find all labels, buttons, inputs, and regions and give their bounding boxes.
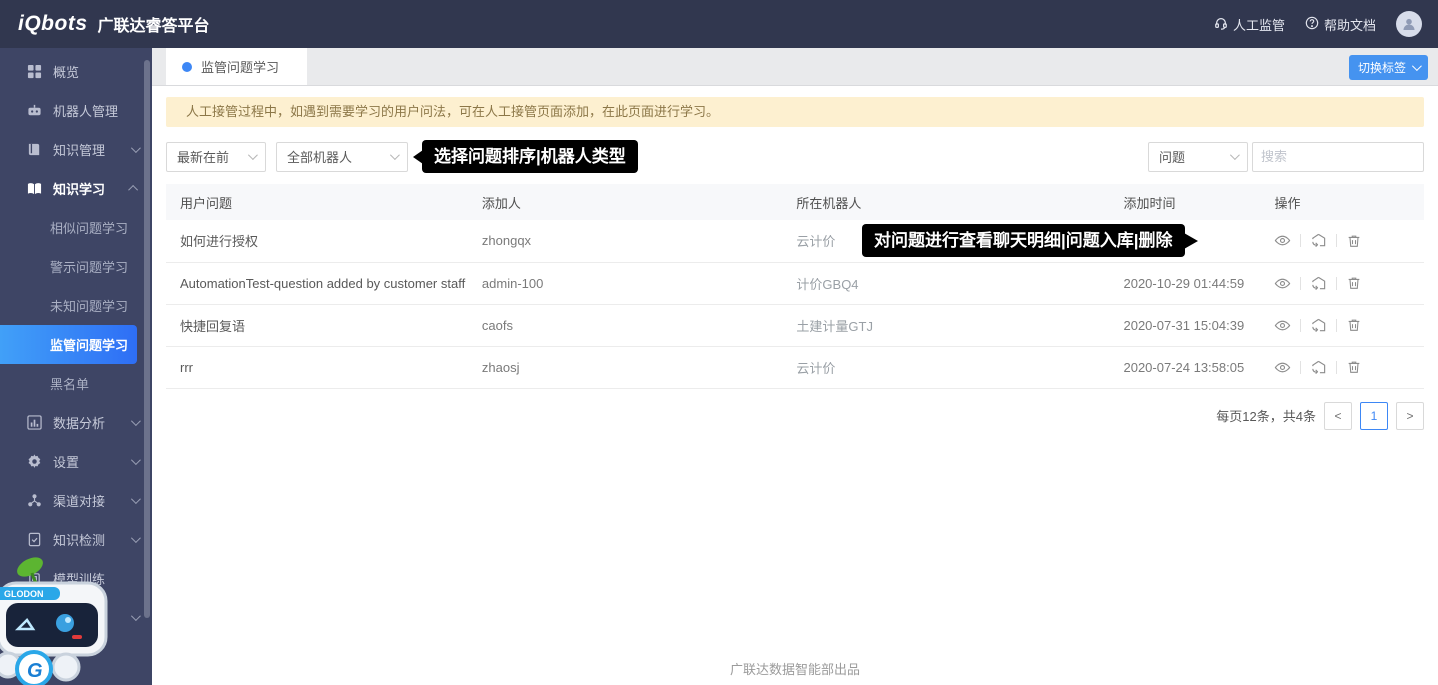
sidebar-item-knowledge-management[interactable]: 知识管理 xyxy=(0,130,152,169)
import-box-icon[interactable] xyxy=(1310,275,1327,292)
chevron-down-icon xyxy=(131,143,141,153)
col-add-time: 添加时间 xyxy=(1109,184,1260,220)
help-docs-link[interactable]: 帮助文档 xyxy=(1305,15,1376,34)
footer-credit: 广联达数据智能部出品 xyxy=(152,659,1438,678)
sort-select[interactable]: 最新在前 xyxy=(166,142,266,172)
chevron-down-icon xyxy=(131,416,141,426)
manual-supervision-link[interactable]: 人工监管 xyxy=(1214,15,1285,34)
col-robot: 所在机器人 xyxy=(782,184,1109,220)
pagination: 每页12条，共4条 < 1 > xyxy=(166,402,1424,430)
table-row: AutomationTest-question added by custome… xyxy=(166,262,1424,304)
chevron-down-icon xyxy=(131,533,141,543)
app-logo: iQbots xyxy=(18,12,88,36)
sidebar-item-settings[interactable]: 设置 xyxy=(0,442,152,481)
gear-icon xyxy=(27,454,43,470)
book-open-icon xyxy=(27,181,43,197)
robot-icon xyxy=(27,103,43,119)
question-circle-icon xyxy=(1305,16,1319,33)
tab-bar: 监管问题学习 切换标签 xyxy=(152,48,1438,86)
pagination-summary: 每页12条，共4条 xyxy=(1216,406,1316,425)
robot-select[interactable]: 全部机器人 xyxy=(276,142,408,172)
annotation-ops-tooltip: 对问题进行查看聊天明细|问题入库|删除 xyxy=(862,224,1185,257)
switch-tag-button[interactable]: 切换标签 xyxy=(1349,55,1428,80)
sidebar-subitem-supervised-question[interactable]: 监管问题学习 xyxy=(0,325,137,364)
eye-icon[interactable] xyxy=(1274,232,1291,249)
col-operations: 操作 xyxy=(1260,184,1424,220)
search-field-select[interactable]: 问题 xyxy=(1148,142,1248,172)
chevron-down-icon xyxy=(248,150,258,160)
annotation-filter-tooltip: 选择问题排序|机器人类型 xyxy=(422,140,638,173)
next-page-button[interactable]: > xyxy=(1396,402,1424,430)
sidebar-subitem-unknown-question[interactable]: 未知问题学习 xyxy=(0,286,152,325)
eye-icon[interactable] xyxy=(1274,275,1291,292)
chevron-up-icon xyxy=(128,185,138,195)
tab-supervised-question-learning[interactable]: 监管问题学习 xyxy=(166,48,307,85)
mascot-brand-text: GLODON xyxy=(4,589,44,599)
brand-title: 广联达睿答平台 xyxy=(98,12,210,36)
import-box-icon[interactable] xyxy=(1310,232,1327,249)
filter-row: 最新在前 全部机器人 选择问题排序|机器人类型 问题 xyxy=(166,140,1424,173)
user-avatar-icon[interactable] xyxy=(1396,11,1422,37)
page-1-button[interactable]: 1 xyxy=(1360,402,1388,430)
sidebar-item-overview[interactable]: 概览 xyxy=(0,52,152,91)
sidebar-scrollbar[interactable] xyxy=(144,60,150,618)
chevron-down-icon xyxy=(1230,150,1240,160)
chevron-down-icon xyxy=(390,150,400,160)
sidebar-item-knowledge-learning[interactable]: 知识学习 xyxy=(0,169,152,208)
trash-icon[interactable] xyxy=(1346,233,1362,249)
chevron-down-icon xyxy=(1412,61,1422,71)
detect-icon xyxy=(27,532,43,548)
table-header-row: 用户问题 添加人 所在机器人 添加时间 操作 xyxy=(166,184,1424,220)
app-header: iQbots 广联达睿答平台 人工监管 帮助文档 xyxy=(0,0,1438,48)
eye-icon[interactable] xyxy=(1274,317,1291,334)
share-nodes-icon xyxy=(27,493,43,509)
trash-icon[interactable] xyxy=(1346,359,1362,375)
mascot-badge-text: G xyxy=(27,660,43,682)
sidebar-item-robot-management[interactable]: 机器人管理 xyxy=(0,91,152,130)
import-box-icon[interactable] xyxy=(1310,317,1327,334)
sidebar-item-channel-integration[interactable]: 渠道对接 xyxy=(0,481,152,520)
col-adder: 添加人 xyxy=(468,184,783,220)
trash-icon[interactable] xyxy=(1346,275,1362,291)
sidebar-subitem-warning-question[interactable]: 警示问题学习 xyxy=(0,247,152,286)
table-row: 如何进行授权 zhongqx 云计价 xyxy=(166,220,1424,262)
sidebar-item-data-analysis[interactable]: 数据分析 xyxy=(0,403,152,442)
notice-banner: 人工接管过程中，如遇到需要学习的用户问法，可在人工接管页面添加，在此页面进行学习… xyxy=(166,97,1424,127)
table-row: 快捷回复语 caofs 土建计量GTJ 2020-07-31 15:04:39 xyxy=(166,304,1424,346)
sidebar-subitem-similar-question[interactable]: 相似问题学习 xyxy=(0,208,152,247)
chevron-down-icon xyxy=(131,455,141,465)
chevron-down-icon xyxy=(131,494,141,504)
search-box xyxy=(1252,142,1424,172)
question-table: 用户问题 添加人 所在机器人 添加时间 操作 如何进行授权 zhongqx 云计… xyxy=(166,184,1424,389)
import-box-icon[interactable] xyxy=(1310,359,1327,376)
tab-active-dot-icon xyxy=(182,62,192,72)
col-user-question: 用户问题 xyxy=(166,184,468,220)
book-icon xyxy=(27,142,43,158)
overview-icon xyxy=(27,64,43,80)
robot-mascot: GLODON G xyxy=(0,547,134,685)
eye-icon[interactable] xyxy=(1274,359,1291,376)
main-area: 监管问题学习 切换标签 人工接管过程中，如遇到需要学习的用户问法，可在人工接管页… xyxy=(152,48,1438,685)
table-row: rrr zhaosj 云计价 2020-07-24 13:58:05 xyxy=(166,346,1424,388)
headset-icon xyxy=(1214,16,1228,33)
search-input[interactable] xyxy=(1253,149,1438,164)
prev-page-button[interactable]: < xyxy=(1324,402,1352,430)
chart-icon xyxy=(27,415,43,431)
sidebar-subitem-blacklist[interactable]: 黑名单 xyxy=(0,364,152,403)
trash-icon[interactable] xyxy=(1346,317,1362,333)
